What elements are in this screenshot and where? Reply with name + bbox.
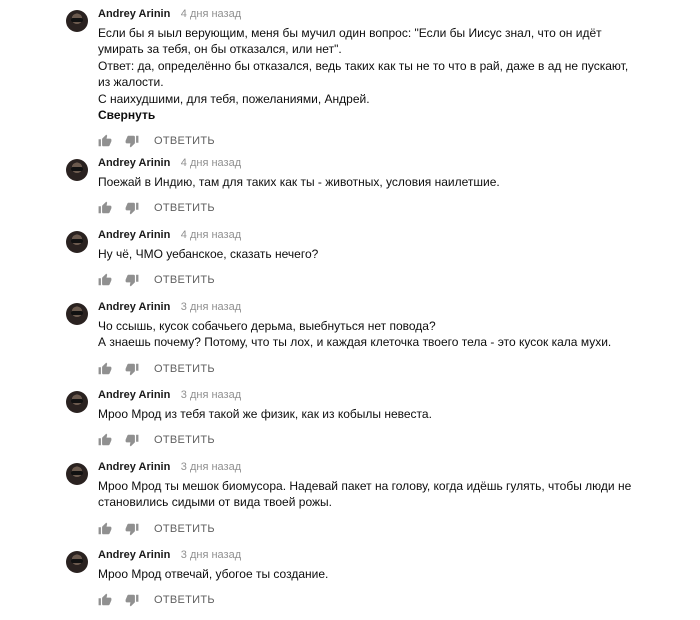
- author-name[interactable]: Andrey Arinin: [98, 301, 170, 313]
- comment-text: Мроо Мрод из тебя такой же физик, как из…: [98, 406, 658, 422]
- thumbs-up-icon[interactable]: [98, 273, 112, 287]
- thumbs-down-icon[interactable]: [125, 362, 139, 376]
- comment-body: Andrey Arinin 4 дня назад Поежай в Индию…: [98, 154, 658, 216]
- comment-text-line: А знаешь почему? Потому, что ты лох, и к…: [98, 335, 612, 350]
- comment-actions: ОТВЕТИТЬ: [98, 272, 658, 288]
- avatar[interactable]: [66, 10, 88, 32]
- comment-text-line: Мроо Мрод из тебя такой же физик, как из…: [98, 407, 432, 421]
- author-name[interactable]: Andrey Arinin: [98, 8, 170, 20]
- comment-text-line: С наихудшими, для тебя, пожеланиями, Анд…: [98, 91, 370, 106]
- reply-button[interactable]: ОТВЕТИТЬ: [154, 594, 215, 606]
- comment-text: Мроо Мрод ты мешок биомусора. Надевай па…: [98, 478, 658, 511]
- comment-text-line: Чо ссышь, кусок собачьего дерьма, выебну…: [98, 319, 436, 333]
- comment-body: Andrey Arinin 3 дня назад Чо ссышь, кусо…: [98, 298, 658, 377]
- reply-button[interactable]: ОТВЕТИТЬ: [154, 274, 215, 286]
- comment-header: Andrey Arinin 3 дня назад: [98, 298, 658, 314]
- reply-button[interactable]: ОТВЕТИТЬ: [154, 202, 215, 214]
- thumbs-up-icon[interactable]: [98, 593, 112, 607]
- comment-actions: ОТВЕТИТЬ: [98, 592, 658, 608]
- avatar[interactable]: [66, 159, 88, 181]
- comment-actions: ОТВЕТИТЬ: [98, 361, 658, 377]
- comment-text-line: Если бы я ыыл верующим, меня бы мучил од…: [98, 26, 602, 40]
- reply-button[interactable]: ОТВЕТИТЬ: [154, 363, 215, 375]
- comment-body: Andrey Arinin 3 дня назад Мроо Мрод ты м…: [98, 458, 658, 537]
- author-name[interactable]: Andrey Arinin: [98, 461, 170, 473]
- thumbs-down-icon[interactable]: [125, 522, 139, 536]
- comment-text: Если бы я ыыл верующим, меня бы мучил од…: [98, 25, 658, 107]
- collapse-link[interactable]: Свернуть: [98, 107, 658, 123]
- comment-actions: ОТВЕТИТЬ: [98, 200, 658, 216]
- comment-header: Andrey Arinin 4 дня назад: [98, 5, 658, 21]
- comment-actions: ОТВЕТИТЬ: [98, 432, 658, 448]
- comment-body: Andrey Arinin 3 дня назад Мроо Мрод из т…: [98, 386, 658, 448]
- comment-time[interactable]: 4 дня назад: [181, 157, 241, 169]
- comment-body: Andrey Arinin 3 дня назад Мроо Мрод отве…: [98, 546, 658, 608]
- thumbs-up-icon[interactable]: [98, 362, 112, 376]
- comment-text-line: становились сидыми от вида твоей рожы.: [98, 495, 332, 510]
- comment-text: Мроо Мрод отвечай, убогое ты создание.: [98, 566, 658, 582]
- avatar[interactable]: [66, 231, 88, 253]
- comment-text: Поежай в Индию, там для таких как ты - ж…: [98, 174, 658, 190]
- thumbs-down-icon[interactable]: [125, 134, 139, 148]
- avatar[interactable]: [66, 463, 88, 485]
- comment-time[interactable]: 3 дня назад: [181, 549, 241, 561]
- avatar[interactable]: [66, 551, 88, 573]
- thumbs-up-icon[interactable]: [98, 134, 112, 148]
- comment-time[interactable]: 3 дня назад: [181, 461, 241, 473]
- comment-actions: ОТВЕТИТЬ: [98, 133, 658, 149]
- comment-time[interactable]: 4 дня назад: [181, 229, 241, 241]
- comment-actions: ОТВЕТИТЬ: [98, 521, 658, 537]
- comment-header: Andrey Arinin 3 дня назад: [98, 458, 658, 474]
- comment-header: Andrey Arinin 4 дня назад: [98, 226, 658, 242]
- comment-text-line: Мроо Мрод ты мешок биомусора. Надевай па…: [98, 479, 632, 493]
- thumbs-up-icon[interactable]: [98, 433, 112, 447]
- comment-text: Ну чё, ЧМО уебанское, сказать нечего?: [98, 246, 658, 262]
- author-name[interactable]: Andrey Arinin: [98, 549, 170, 561]
- comment-text-line: Ну чё, ЧМО уебанское, сказать нечего?: [98, 247, 319, 261]
- comment-body: Andrey Arinin 4 дня назад Ну чё, ЧМО уеб…: [98, 226, 658, 288]
- comment-header: Andrey Arinin 3 дня назад: [98, 546, 658, 562]
- comment-header: Andrey Arinin 3 дня назад: [98, 386, 658, 402]
- author-name[interactable]: Andrey Arinin: [98, 389, 170, 401]
- comment-text-line: Ответ: да, определённо бы отказался, вед…: [98, 58, 629, 73]
- thumbs-down-icon[interactable]: [125, 201, 139, 215]
- thumbs-down-icon[interactable]: [125, 273, 139, 287]
- thumbs-up-icon[interactable]: [98, 201, 112, 215]
- comment-text: Чо ссышь, кусок собачьего дерьма, выебну…: [98, 318, 658, 351]
- thumbs-down-icon[interactable]: [125, 433, 139, 447]
- comment-text-line: умирать за тебя, он бы отказался, или не…: [98, 42, 342, 57]
- avatar[interactable]: [66, 391, 88, 413]
- reply-button[interactable]: ОТВЕТИТЬ: [154, 523, 215, 535]
- thumbs-down-icon[interactable]: [125, 593, 139, 607]
- comment-text-line: Поежай в Индию, там для таких как ты - ж…: [98, 175, 500, 189]
- comment-header: Andrey Arinin 4 дня назад: [98, 154, 658, 170]
- reply-button[interactable]: ОТВЕТИТЬ: [154, 434, 215, 446]
- author-name[interactable]: Andrey Arinin: [98, 229, 170, 241]
- comment-text-line: Мроо Мрод отвечай, убогое ты создание.: [98, 567, 329, 581]
- thumbs-up-icon[interactable]: [98, 522, 112, 536]
- comment-time[interactable]: 3 дня назад: [181, 389, 241, 401]
- reply-button[interactable]: ОТВЕТИТЬ: [154, 135, 215, 147]
- author-name[interactable]: Andrey Arinin: [98, 157, 170, 169]
- comment-text-line: из жалости.: [98, 75, 164, 90]
- comment-time[interactable]: 3 дня назад: [181, 301, 241, 313]
- comment-body: Andrey Arinin 4 дня назад Если бы я ыыл …: [98, 5, 658, 149]
- comment-time[interactable]: 4 дня назад: [181, 8, 241, 20]
- avatar[interactable]: [66, 303, 88, 325]
